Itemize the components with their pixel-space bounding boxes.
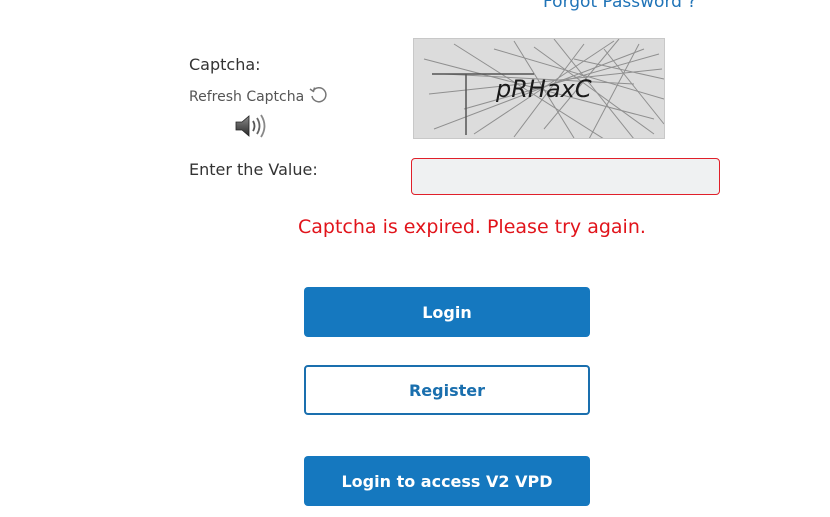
captcha-error-message: Captcha is expired. Please try again. [298, 216, 646, 238]
refresh-captcha-label: Refresh Captcha [189, 89, 305, 105]
refresh-icon [308, 85, 328, 109]
enter-value-label: Enter the Value: [189, 160, 318, 179]
captcha-label: Captcha: [189, 55, 261, 74]
speaker-icon [234, 114, 268, 144]
login-v2-vpd-button[interactable]: Login to access V2 VPD [304, 456, 590, 506]
login-button[interactable]: Login [304, 287, 590, 337]
refresh-captcha-button[interactable]: Refresh Captcha [189, 85, 328, 109]
captcha-text: pRHaxC [496, 75, 592, 103]
login-page: Forgot Password ? Captcha: Refresh Captc… [0, 0, 830, 517]
audio-captcha-button[interactable] [234, 112, 268, 140]
forgot-password-link[interactable]: Forgot Password ? [543, 0, 696, 12]
register-button[interactable]: Register [304, 365, 590, 415]
captcha-value-input[interactable] [411, 158, 720, 195]
captcha-image: pRHaxC [413, 38, 665, 139]
